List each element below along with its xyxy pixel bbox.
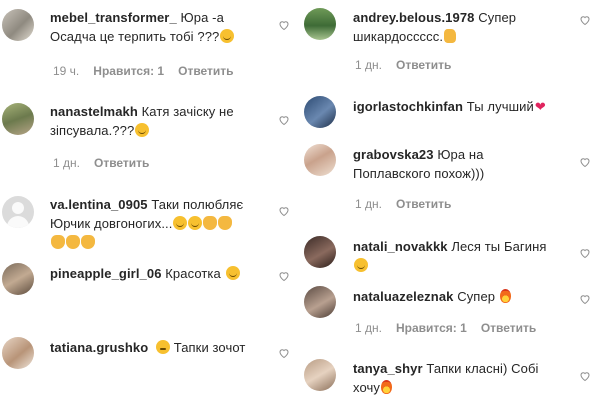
heart-icon[interactable] [278,19,290,31]
comment-item: andrey.belous.1978 Супер шикардоссссс. 1… [300,0,609,80]
comment-meta: 1 дн. Нравится: 1 Ответить [355,321,536,335]
fire-emoji-icon [499,289,511,303]
heart-icon[interactable] [278,347,290,359]
comment-text: Юра -а [180,10,224,25]
comment-text: хочу [353,380,380,395]
comment-item: pineapple_girl_06 Красотка [0,258,300,322]
avatar[interactable] [304,8,336,40]
comment-text: зіпсувала.??? [50,123,135,138]
reply-button[interactable]: Ответить [94,156,149,170]
heart-icon[interactable] [579,14,591,26]
heart-icon[interactable] [278,114,290,126]
comment-item: tatiana.grushko Тапки зочот [0,330,300,390]
avatar[interactable] [2,9,34,41]
smile-emoji-icon [173,216,188,230]
comment-time[interactable]: 1 дн. [355,58,382,72]
comment-text: Катя зачіску не [141,104,234,119]
thumbs-up-emoji-icon [444,29,457,43]
comment-username[interactable]: grabovska23 [353,147,434,162]
heart-icon[interactable] [579,370,591,382]
smile-emoji-icon [354,258,368,272]
comment-text: Супер [457,289,496,304]
comment-username[interactable]: natali_novakkk [353,239,448,254]
avatar[interactable] [2,103,34,135]
smile-emoji-icon [135,123,150,137]
comment-item: nanastelmakh Катя зачіску не зіпсувала.?… [0,96,300,186]
fire-emoji-icon [380,380,392,394]
comment-item: natali_novakkk Леся ты Багиня [300,232,609,280]
reply-button[interactable]: Ответить [178,64,233,78]
avatar[interactable] [2,337,34,369]
comment-username[interactable]: nataluazeleznak [353,289,454,304]
clap-emoji-icon [66,235,80,249]
comment-username[interactable]: tanya_shyr [353,361,423,376]
comment-text: Супер [478,10,517,25]
comment-username[interactable]: andrey.belous.1978 [353,10,475,25]
smile-emoji-icon [225,266,240,280]
comment-text: Леся ты Багиня [451,239,547,254]
comment-username[interactable]: igorlastochkinfan [353,99,463,114]
comment-text: Красотка [165,266,221,281]
comment-meta: 1 дн. Ответить [53,156,149,170]
heart-icon[interactable] [579,156,591,168]
comment-item: igorlastochkinfan Ты лучший❤ [300,92,609,136]
neutral-face-emoji-icon [156,340,171,354]
comment-meta: 1 дн. Ответить [355,58,451,72]
comment-meta: 1 дн. Ответить [355,197,451,211]
heart-icon[interactable] [278,270,290,282]
comment-time[interactable]: 19 ч. [53,64,79,78]
smile-emoji-icon [188,216,203,230]
comment-username[interactable]: nanastelmakh [50,104,138,119]
comment-time[interactable]: 1 дн. [355,197,382,211]
reply-button[interactable]: Ответить [481,321,536,335]
clap-emoji-icon [218,216,233,230]
comment-text: Ты лучший [466,99,534,114]
comment-text: Таки полюбляє [151,197,244,212]
comment-text: Поплавского похож))) [353,166,485,181]
comment-likes[interactable]: Нравится: 1 [93,64,164,78]
comment-time[interactable]: 1 дн. [355,321,382,335]
avatar[interactable] [2,196,34,228]
comment-text: Юрчик довгоногих... [50,216,173,231]
avatar[interactable] [304,286,336,318]
comment-text: Осадча це терпить тобі ??? [50,29,220,44]
comment-text: Тапки класні) Собі [426,361,539,376]
comment-time[interactable]: 1 дн. [53,156,80,170]
comment-meta: 19 ч. Нравится: 1 Ответить [53,64,234,78]
heart-icon[interactable] [278,205,290,217]
clap-emoji-icon [203,216,218,230]
comment-username[interactable]: mebel_transformer_ [50,10,177,25]
comment-likes[interactable]: Нравится: 1 [396,321,467,335]
smile-emoji-icon [220,29,235,43]
comment-item: va.lentina_0905 Таки полюбляє Юрчик довг… [0,190,300,254]
comment-username[interactable]: pineapple_girl_06 [50,266,162,281]
comment-item: tanya_shyr Тапки класні) Собі хочу [300,354,609,412]
avatar[interactable] [304,96,336,128]
heart-icon[interactable] [579,247,591,259]
comment-username[interactable]: va.lentina_0905 [50,197,148,212]
avatar[interactable] [304,144,336,176]
heart-icon[interactable] [579,293,591,305]
reply-button[interactable]: Ответить [396,197,451,211]
avatar[interactable] [2,263,34,295]
comment-text: Тапки зочот [173,340,246,355]
avatar[interactable] [304,359,336,391]
comment-username[interactable]: tatiana.grushko [50,340,148,355]
reply-button[interactable]: Ответить [396,58,451,72]
red-heart-emoji-icon: ❤ [534,99,546,114]
clap-emoji-icon [81,235,95,249]
comment-item: grabovska23 Юра на Поплавского похож))) … [300,140,609,220]
clap-emoji-icon [51,235,65,249]
comment-item: mebel_transformer_ Юра -а Осадча це терп… [0,0,300,90]
comment-text: Юра на [437,147,484,162]
comment-text: шикардоссссс. [353,29,444,44]
comment-item: nataluazeleznak Супер 1 дн. Нравится: 1 … [300,282,609,346]
avatar[interactable] [304,236,336,268]
